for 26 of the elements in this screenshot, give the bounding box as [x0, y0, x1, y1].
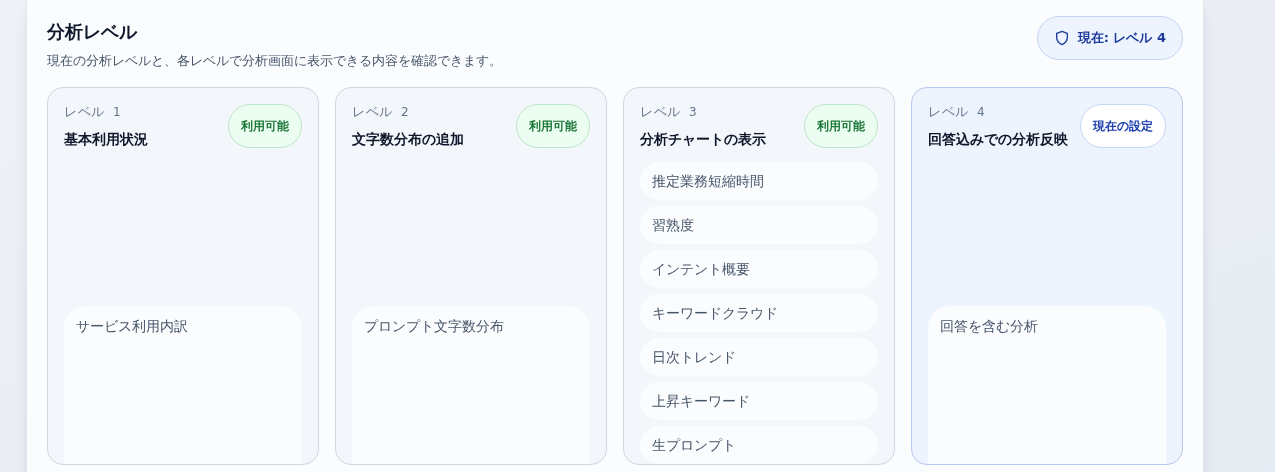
level-label: レベル 4	[928, 102, 987, 121]
status-badge: 現在の設定	[1080, 103, 1166, 148]
feature-item: 日次トレンド	[640, 338, 878, 376]
feature-item: 生プロンプト	[640, 426, 878, 464]
feature-item: 上昇キーワード	[640, 382, 878, 420]
level-label: レベル 2	[352, 102, 411, 121]
level-title: 基本利用状況	[64, 130, 148, 149]
feature-item: キーワードクラウド	[640, 294, 878, 332]
current-level-badge: 現在: レベル 4	[1036, 16, 1183, 60]
section-description: 現在の分析レベルと、各レベルで分析画面に表示できる内容を確認できます。	[47, 52, 502, 70]
level-title: 文字数分布の追加	[352, 130, 464, 149]
status-badge: 利用可能	[228, 103, 302, 148]
feature-item: プロンプト文字数分布	[352, 306, 590, 464]
level-title: 回答込みでの分析反映	[928, 130, 1068, 149]
shield-icon	[1053, 29, 1070, 47]
feature-item: 推定業務短縮時間	[640, 162, 878, 200]
feature-item: 習熟度	[640, 206, 878, 244]
status-badge: 利用可能	[516, 103, 590, 148]
feature-item: インテント概要	[640, 250, 878, 288]
level-title: 分析チャートの表示	[640, 130, 766, 149]
status-badge: 利用可能	[804, 103, 878, 148]
level-label: レベル 3	[640, 102, 699, 121]
section-title: 分析レベル	[47, 20, 139, 44]
feature-item: 回答を含む分析	[928, 306, 1166, 464]
level-label: レベル 1	[64, 102, 123, 121]
feature-item: サービス利用内訳	[64, 306, 302, 464]
